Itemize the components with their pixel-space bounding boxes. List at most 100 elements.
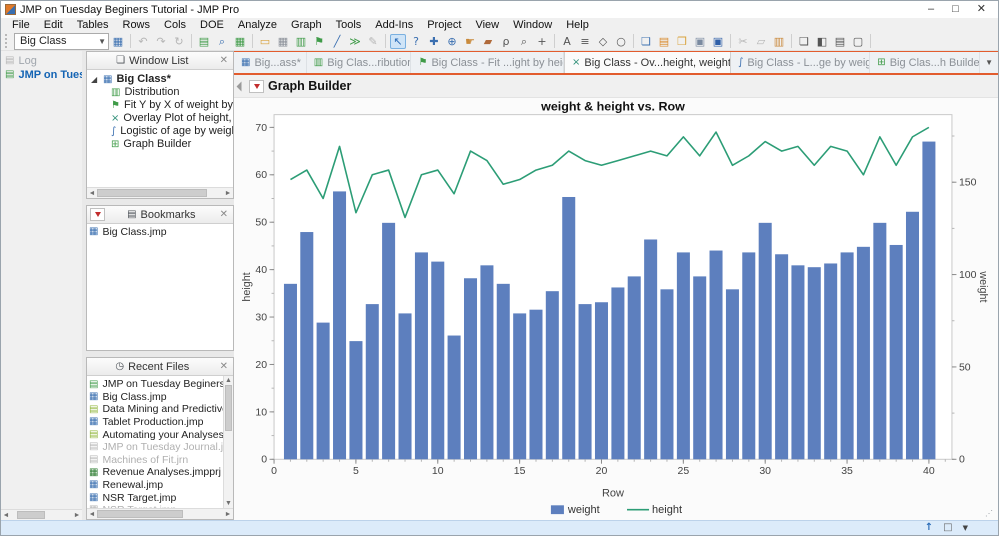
menu-window[interactable]: Window	[506, 18, 559, 32]
menu-add-ins[interactable]: Add-Ins	[368, 18, 420, 32]
annotate-text-icon[interactable]: A	[559, 34, 575, 49]
bar-row-2[interactable]	[300, 232, 313, 459]
bar-row-8[interactable]	[399, 313, 412, 459]
window-list-horizontal-scrollbar[interactable]: ◄ ►	[87, 187, 233, 198]
bar-row-25[interactable]	[677, 252, 690, 459]
copy-icon[interactable]: ▱	[753, 34, 769, 49]
menu-doe[interactable]: DOE	[193, 18, 231, 32]
menu-tables[interactable]: Tables	[70, 18, 116, 32]
document-tab-6[interactable]: ⊞ Big Clas...h Builder ×	[870, 52, 980, 73]
close-icon[interactable]: ✕	[218, 361, 230, 372]
bar-row-33[interactable]	[808, 267, 821, 459]
arrow-cursor-icon[interactable]: ↖	[390, 34, 406, 49]
copy-picture-icon[interactable]: ❏	[796, 34, 812, 49]
menu-edit[interactable]: Edit	[37, 18, 70, 32]
tree-item[interactable]: ▥ Distribution	[91, 86, 233, 99]
journal-icon[interactable]: ▤	[196, 34, 212, 49]
save-as-icon[interactable]: ▣	[692, 34, 708, 49]
bar-row-11[interactable]	[448, 336, 461, 460]
toolbar-grip[interactable]	[5, 34, 11, 48]
menu-tools[interactable]: Tools	[329, 18, 369, 32]
data-table-icon[interactable]: ▦	[110, 34, 126, 49]
recent-file-item[interactable]: ▤ Data Mining and Predictive Mod	[89, 403, 233, 416]
expand-triangle-icon[interactable]: ◢	[91, 73, 99, 86]
bar-row-16[interactable]	[529, 310, 542, 460]
magnifier-icon[interactable]: ⌕	[516, 34, 532, 49]
document-tab-1[interactable]: ▦ Big...ass* ×	[234, 52, 307, 73]
window-icon[interactable]: ▢	[850, 34, 866, 49]
menu-graph[interactable]: Graph	[284, 18, 329, 32]
recent-file-item[interactable]: ▦ NSR Target.jmp	[89, 492, 233, 505]
lines-icon[interactable]: ≡	[577, 34, 593, 49]
bar-row-1[interactable]	[284, 284, 297, 459]
cut-icon[interactable]: ✂	[735, 34, 751, 49]
bar-row-39[interactable]	[906, 212, 919, 460]
menu-project[interactable]: Project	[420, 18, 468, 32]
scroll-left-icon[interactable]: ◄	[1, 511, 11, 520]
bookmarks-menu-button[interactable]	[90, 208, 105, 221]
maximize-button[interactable]: □	[952, 4, 959, 15]
rerun-icon[interactable]: ↻	[171, 34, 187, 49]
menu-help[interactable]: Help	[559, 18, 596, 32]
bar-row-4[interactable]	[333, 191, 346, 459]
bar-row-6[interactable]	[366, 304, 379, 459]
bar-row-29[interactable]	[742, 252, 755, 459]
recent-file-item[interactable]: ▤ Automating your Analyses using	[89, 429, 233, 442]
assign-icon[interactable]: ≫	[347, 34, 363, 49]
recent-file-item[interactable]: ▦ NSR Target.jmp	[89, 504, 233, 508]
scroll-right-icon[interactable]: ►	[223, 189, 233, 198]
bar-row-3[interactable]	[317, 323, 330, 460]
menu-view[interactable]: View	[468, 18, 506, 32]
paste-icon[interactable]: ▥	[771, 34, 787, 49]
bar-row-32[interactable]	[791, 265, 804, 459]
tree-item[interactable]: ∫ Logistic of age by weight	[91, 125, 233, 138]
bar-row-19[interactable]	[579, 304, 592, 459]
bar-row-5[interactable]	[349, 341, 362, 459]
document-tab-3[interactable]: ⚑ Big Class - Fit ...ight by height ×	[411, 52, 564, 73]
new-window-icon[interactable]: ❏	[638, 34, 654, 49]
edit-layout-icon[interactable]: ◧	[814, 34, 830, 49]
fit-model-icon[interactable]: ╱	[329, 34, 345, 49]
document-tab-5[interactable]: ∫ Big Class - L...ge by weight ×	[731, 52, 870, 73]
fit-y-by-x-icon[interactable]: ⚑	[311, 34, 327, 49]
bar-row-23[interactable]	[644, 239, 657, 459]
bar-row-22[interactable]	[628, 276, 641, 459]
tree-root[interactable]: ◢ ▦ Big Class*	[91, 73, 233, 86]
new-data-table-icon[interactable]: ▦	[232, 34, 248, 49]
data-filter-icon[interactable]: ▭	[257, 34, 273, 49]
annotate-pencil-icon[interactable]: ✎	[365, 34, 381, 49]
bar-row-9[interactable]	[415, 252, 428, 459]
open-folder-icon[interactable]: ❒	[674, 34, 690, 49]
scroll-left-icon[interactable]: ◄	[87, 189, 97, 198]
globe-icon[interactable]: ⊕	[444, 34, 460, 49]
collapse-triangle-icon[interactable]	[237, 81, 247, 91]
undo-icon[interactable]: ↶	[135, 34, 151, 49]
bar-row-20[interactable]	[595, 302, 608, 459]
rail-item[interactable]: ▤ JMP on Tuesd	[1, 68, 82, 82]
resize-grip[interactable]: ⋰	[985, 510, 995, 518]
recent-files-vertical-scrollbar[interactable]: ▲ ▼	[223, 376, 233, 508]
tree-item[interactable]: ⚑ Fit Y by X of weight by height	[91, 99, 233, 112]
minimize-button[interactable]: –	[928, 4, 934, 15]
polygon-icon[interactable]: ◇	[595, 34, 611, 49]
bar-row-40[interactable]	[922, 142, 935, 460]
tree-item[interactable]: ⊞ Graph Builder	[91, 138, 233, 151]
oval-icon[interactable]: ○	[613, 34, 629, 49]
bar-row-27[interactable]	[710, 251, 723, 460]
bar-row-24[interactable]	[660, 289, 673, 459]
close-icon[interactable]: ✕	[218, 209, 230, 220]
bookmark-item[interactable]: ▦ Big Class.jmp	[89, 226, 233, 239]
scroll-right-icon[interactable]: ►	[223, 510, 233, 519]
table-view-icon[interactable]: ▦	[275, 34, 291, 49]
grabber-hand-icon[interactable]: ☛	[462, 34, 478, 49]
document-tab-4[interactable]: × Big Class - Ov...height, weight ❐ ×	[564, 52, 731, 73]
scroll-down-icon[interactable]: ▼	[225, 499, 232, 508]
bar-row-12[interactable]	[464, 278, 477, 459]
dropdown-caret-icon[interactable]: ▼	[963, 522, 968, 534]
scroll-left-icon[interactable]: ◄	[87, 510, 97, 519]
bar-row-36[interactable]	[857, 247, 870, 459]
chart-svg[interactable]: weight & height vs. Row05101520253035400…	[234, 98, 998, 520]
bar-row-17[interactable]	[546, 291, 559, 459]
menu-cols[interactable]: Cols	[157, 18, 193, 32]
recent-file-item[interactable]: ▤ JMP on Tuesday Beginers Tutoria	[89, 378, 233, 391]
